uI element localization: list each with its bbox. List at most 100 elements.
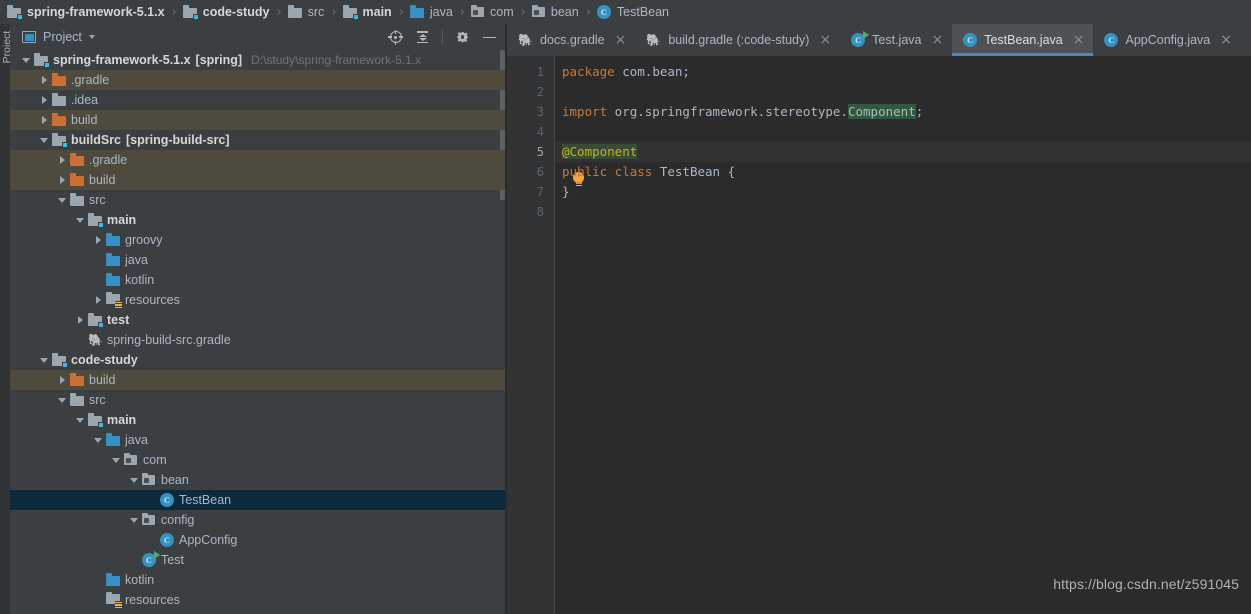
gear-icon[interactable] xyxy=(455,30,470,45)
code-line[interactable] xyxy=(555,202,1251,222)
tree-node-build[interactable]: build xyxy=(10,170,505,190)
code-line[interactable]: package com.bean; xyxy=(555,62,1251,82)
close-icon[interactable]: × xyxy=(615,33,627,47)
tree-node-kotlin[interactable]: kotlin xyxy=(10,570,505,590)
breadcrumb-item-src[interactable]: src xyxy=(287,0,326,24)
collapse-all-icon[interactable] xyxy=(415,30,430,45)
tree-node-test[interactable]: test xyxy=(10,310,505,330)
code-line[interactable]: } xyxy=(555,182,1251,202)
chevron-down-icon[interactable] xyxy=(72,417,88,423)
tree-node-main[interactable]: main xyxy=(10,210,505,230)
editor-tab-testbean-java[interactable]: C TestBean.java × xyxy=(952,24,1094,56)
tree-node-buildsrc[interactable]: buildSrc [spring-build-src] xyxy=(10,130,505,150)
tree-node-test[interactable]: C Test xyxy=(10,550,505,570)
source-folder-icon xyxy=(106,273,121,287)
tree-node-label: com xyxy=(143,453,167,467)
tree-node-build[interactable]: build xyxy=(10,110,505,130)
tree-node--gradle[interactable]: .gradle xyxy=(10,70,505,90)
breadcrumb-item-bean[interactable]: bean xyxy=(531,0,580,24)
breadcrumb-item-main[interactable]: main xyxy=(342,0,393,24)
close-icon[interactable]: × xyxy=(819,33,831,47)
chevron-right-icon[interactable] xyxy=(90,236,106,244)
breadcrumb-item-spring-framework-5-1-x[interactable]: spring-framework-5.1.x xyxy=(6,0,166,24)
breadcrumb-item-com[interactable]: com xyxy=(470,0,515,24)
editor-tab-label: build.gradle (:code-study) xyxy=(668,33,810,47)
chevron-down-icon[interactable] xyxy=(108,457,124,463)
chevron-down-icon[interactable] xyxy=(126,517,142,523)
breadcrumb-item-java[interactable]: java xyxy=(409,0,454,24)
tree-node-java[interactable]: java xyxy=(10,430,505,450)
expander-triangle xyxy=(94,437,102,443)
code-line[interactable]: @Component xyxy=(555,142,1251,162)
chevron-down-icon[interactable] xyxy=(90,437,106,443)
tree-node-com[interactable]: com xyxy=(10,450,505,470)
minimize-icon[interactable] xyxy=(482,30,497,45)
line-number: 7 xyxy=(536,185,544,199)
breadcrumb-item-testbean[interactable]: C TestBean xyxy=(596,0,670,24)
tree-node-src[interactable]: src xyxy=(10,190,505,210)
tree-node-kotlin[interactable]: kotlin xyxy=(10,270,505,290)
editor-tab-appconfig-java[interactable]: C AppConfig.java × xyxy=(1093,24,1241,56)
tree-node-label: test xyxy=(107,313,130,327)
tree-node-icon xyxy=(52,353,71,368)
tree-node-resources[interactable]: resources xyxy=(10,590,505,610)
code-line[interactable]: public class TestBean { xyxy=(555,162,1251,182)
project-tree[interactable]: spring-framework-5.1.x [spring] D:\study\s… xyxy=(10,50,505,614)
chevron-down-icon[interactable] xyxy=(72,217,88,223)
chevron-right-icon[interactable] xyxy=(54,176,70,184)
tree-node--idea[interactable]: .idea xyxy=(10,90,505,110)
locate-target-icon[interactable] xyxy=(388,29,403,45)
tree-node-label: java xyxy=(125,253,148,267)
tree-node-resources[interactable]: resources xyxy=(10,290,505,310)
code-line[interactable]: import org.springframework.stereotype.Co… xyxy=(555,102,1251,122)
tree-node-icon xyxy=(106,253,125,267)
editor-gutter[interactable]: 1 2 3 4 5 6 7 8 xyxy=(507,56,554,614)
tree-node-code-study[interactable]: code-study xyxy=(10,350,505,370)
tree-node-appconfig[interactable]: C AppConfig xyxy=(10,530,505,550)
tree-node-build[interactable]: build xyxy=(10,370,505,390)
tree-node-groovy[interactable]: groovy xyxy=(10,230,505,250)
chevron-down-icon[interactable] xyxy=(88,35,95,39)
tree-node-bean[interactable]: bean xyxy=(10,470,505,490)
chevron-down-icon[interactable] xyxy=(36,357,52,363)
chevron-right-icon[interactable] xyxy=(54,156,70,164)
tree-node-label: src xyxy=(89,393,106,407)
breadcrumb-item-code-study[interactable]: code-study xyxy=(182,0,271,24)
tree-node-spring-framework-5-1-x[interactable]: spring-framework-5.1.x [spring] D:\study\s… xyxy=(10,50,505,70)
excluded-folder-icon xyxy=(70,153,85,167)
tree-node--gradle[interactable]: .gradle xyxy=(10,150,505,170)
chevron-down-icon[interactable] xyxy=(36,137,52,143)
code-editor[interactable]: 1 2 3 4 5 6 7 8 package com.bean; import org.spr… xyxy=(507,56,1251,614)
editor-tab-test-java[interactable]: C Test.java × xyxy=(840,24,952,56)
chevron-down-icon[interactable] xyxy=(54,197,70,203)
tree-node-java[interactable]: java xyxy=(10,250,505,270)
chevron-down-icon[interactable] xyxy=(18,57,34,63)
chevron-right-icon[interactable] xyxy=(36,96,52,104)
close-icon[interactable]: × xyxy=(1073,33,1085,47)
code-line[interactable] xyxy=(555,82,1251,102)
source-folder-icon xyxy=(106,253,121,267)
editor-tab-docs-gradle[interactable]: 🐘 docs.gradle × xyxy=(507,24,635,56)
close-icon[interactable]: × xyxy=(931,33,943,47)
tree-node-config[interactable]: config xyxy=(10,510,505,530)
editor-tab-build-gradle-code-study-[interactable]: 🐘 build.gradle (:code-study) × xyxy=(635,24,840,56)
tree-node-testbean[interactable]: C TestBean xyxy=(10,490,505,510)
chevron-down-icon[interactable] xyxy=(126,477,142,483)
close-icon[interactable]: × xyxy=(1220,33,1232,47)
code-line[interactable] xyxy=(555,122,1251,142)
java-class-runnable-icon: C xyxy=(142,550,160,568)
chevron-right-icon[interactable] xyxy=(72,316,88,324)
editor-area: 🐘 docs.gradle × 🐘 build.gradle (:code-study)… xyxy=(507,24,1251,614)
chevron-right-icon[interactable] xyxy=(36,76,52,84)
tree-node-spring-build-src-gradle[interactable]: 🐘 spring-build-src.gradle xyxy=(10,330,505,350)
tool-window-button-project[interactable]: Project xyxy=(1,24,10,73)
chevron-right-icon[interactable] xyxy=(90,296,106,304)
chevron-down-icon[interactable] xyxy=(54,397,70,403)
tree-node-main[interactable]: main xyxy=(10,410,505,430)
breadcrumb-item-label: src xyxy=(307,5,325,19)
code-text[interactable]: package com.bean; import org.springframew… xyxy=(555,56,1251,614)
project-view-title[interactable]: Project xyxy=(43,30,82,44)
chevron-right-icon[interactable] xyxy=(36,116,52,124)
chevron-right-icon[interactable] xyxy=(54,376,70,384)
tree-node-src[interactable]: src xyxy=(10,390,505,410)
